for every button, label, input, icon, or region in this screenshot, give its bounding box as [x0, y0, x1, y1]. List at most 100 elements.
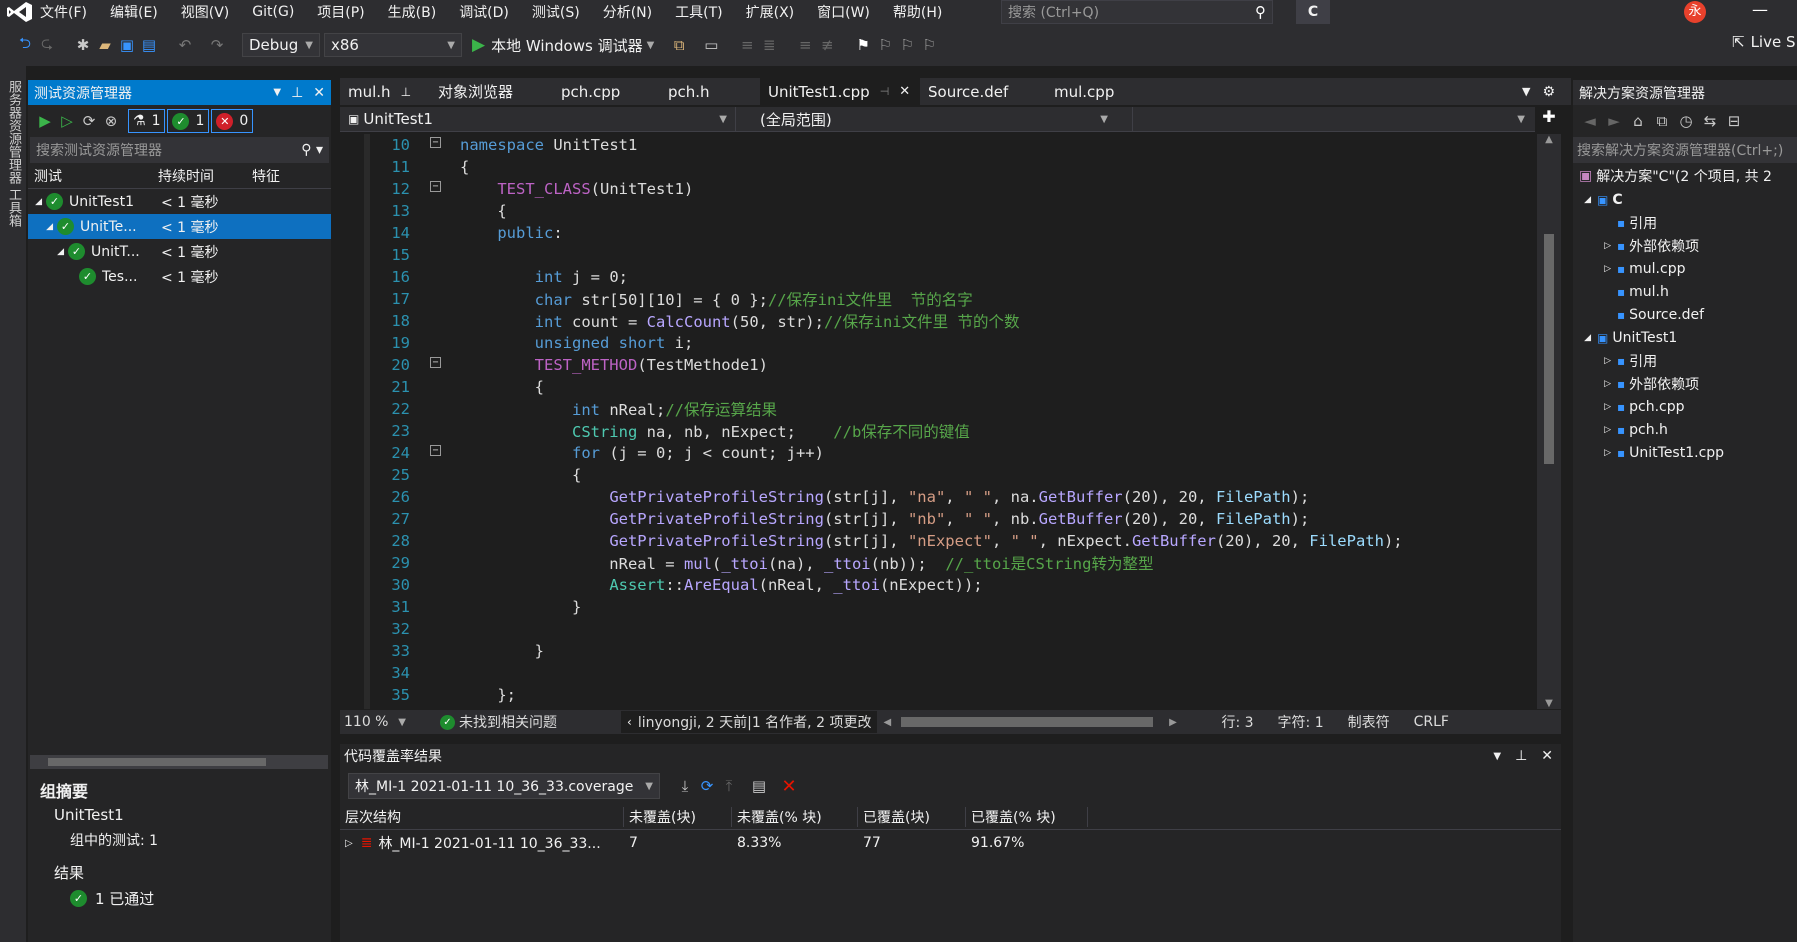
menu-item[interactable]: 调试(D)	[459, 2, 509, 22]
solution-root[interactable]: ▣ 解决方案"C"(2 个项目, 共 2	[1573, 163, 1797, 188]
bookmark-next-icon[interactable]: ⚐	[896, 34, 918, 56]
test-row[interactable]: ✓ Tes... < 1 毫秒	[28, 264, 331, 289]
open-folder-icon[interactable]: ▰	[94, 34, 116, 56]
menu-item[interactable]: 生成(B)	[388, 2, 437, 22]
solution-search-box[interactable]: 搜索解决方案资源管理器(Ctrl+;)	[1573, 137, 1797, 163]
member-select[interactable]: ▼	[1133, 107, 1533, 131]
merge-icon[interactable]: ▤	[748, 775, 770, 797]
refresh-icon[interactable]: ⟳	[696, 775, 718, 797]
total-tests-filter[interactable]: ⚗ 1	[128, 109, 166, 133]
solution-item[interactable]: ▷ ▪ 引用	[1573, 349, 1797, 372]
expand-icon[interactable]: ▷	[1573, 264, 1617, 274]
tab-list-icon[interactable]: ▼	[1522, 85, 1530, 98]
side-tool-tabs[interactable]: 服务器资源管理器 工具箱	[4, 80, 23, 227]
code-line[interactable]: 35 };	[340, 684, 1403, 706]
editor-tab[interactable]: mul.cpp	[1046, 78, 1136, 105]
editor-tab[interactable]: Source.def	[920, 78, 1046, 105]
scroll-down-icon[interactable]: ▼	[1537, 698, 1561, 709]
menu-item[interactable]: 工具(T)	[675, 2, 722, 22]
global-scope-select[interactable]: (全局范围) ▼	[736, 107, 1133, 131]
scroll-thumb[interactable]	[1544, 234, 1554, 464]
home-icon[interactable]: ⌂	[1627, 110, 1649, 132]
close-icon[interactable]: ✕	[1541, 748, 1553, 764]
expand-icon[interactable]: ◢	[1573, 195, 1597, 205]
code-line[interactable]: 19 unsigned short i;	[340, 332, 1403, 354]
forward-icon[interactable]: ⮎	[36, 34, 58, 56]
code-line[interactable]: 25 {	[340, 464, 1403, 486]
git-blame-info[interactable]: ‹ linyongji, 2 天前|1 名作者, 2 项更改	[621, 711, 878, 733]
code-line[interactable]: 12− TEST_CLASS(UnitTest1)	[340, 178, 1403, 200]
solution-item[interactable]: ▷ ▪ 外部依赖项	[1573, 234, 1797, 257]
pin-icon[interactable]: ⊥	[291, 85, 303, 101]
expand-icon[interactable]: ▷	[1573, 241, 1617, 251]
pin-icon[interactable]: ⊥	[1515, 748, 1527, 764]
test-row[interactable]: ◢ ✓ UnitTe... < 1 毫秒	[28, 214, 331, 239]
code-line[interactable]: 16 int j = 0;	[340, 266, 1403, 288]
solution-item[interactable]: ▷ ▪ pch.h	[1573, 418, 1797, 441]
col-uncovered-pct[interactable]: 未覆盖(% 块)	[732, 806, 858, 827]
repeat-icon[interactable]: ⟳	[78, 110, 100, 132]
col-uncovered[interactable]: 未覆盖(块)	[624, 806, 732, 827]
tabs-indicator[interactable]: 制表符	[1348, 712, 1390, 732]
menu-item[interactable]: Git(G)	[252, 4, 294, 20]
code-line[interactable]: 17 char str[50][10] = { 0 };//保存ini文件里 节…	[340, 288, 1403, 310]
code-line[interactable]: 15	[340, 244, 1403, 266]
code-line[interactable]: 20− TEST_METHOD(TestMethode1)	[340, 354, 1403, 376]
format-icon[interactable]: ≡	[736, 34, 758, 56]
solution-item[interactable]: ▷ ▪ pch.cpp	[1573, 395, 1797, 418]
close-icon[interactable]: ✕	[899, 84, 910, 99]
test-hscrollbar[interactable]	[30, 755, 328, 769]
configuration-select[interactable]: Debug ▼	[242, 33, 320, 57]
expand-icon[interactable]: ▷	[1573, 379, 1617, 389]
pending-changes-icon[interactable]: ◷	[1675, 110, 1697, 132]
code-line[interactable]: 14 public:	[340, 222, 1403, 244]
scroll-up-icon[interactable]: ▲	[1537, 134, 1561, 145]
expand-icon[interactable]: ◢	[28, 247, 68, 257]
back-icon[interactable]: ◄	[1579, 110, 1601, 132]
run-icon[interactable]: ▷	[56, 110, 78, 132]
run-all-icon[interactable]: ▶	[34, 110, 56, 132]
import-icon[interactable]: ⤓	[674, 775, 696, 797]
expand-icon[interactable]: ▷	[1573, 448, 1617, 458]
expand-icon[interactable]: ▷	[1573, 402, 1617, 412]
coverage-row[interactable]: ▷ ≣ 林_MI-1 2021-01-11 10_36_33... 7 8.33…	[340, 830, 1561, 856]
test-row[interactable]: ◢ ✓ UnitT... < 1 毫秒	[28, 239, 331, 264]
code-line[interactable]: 11 {	[340, 156, 1403, 178]
menu-item[interactable]: 窗口(W)	[817, 2, 870, 22]
col-duration[interactable]: 持续时间	[158, 166, 252, 186]
split-editor-icon[interactable]: ✚	[1537, 107, 1561, 132]
col-test[interactable]: 测试	[28, 166, 158, 186]
failed-tests-filter[interactable]: ✕ 0	[211, 109, 254, 133]
code-line[interactable]: 33 }	[340, 640, 1403, 662]
live-share-button[interactable]: ⇱ Live S	[1732, 33, 1796, 51]
new-project-icon[interactable]: ✱	[72, 34, 94, 56]
expand-icon[interactable]: ▷	[345, 838, 353, 849]
solution-item[interactable]: ▪ Source.def	[1573, 303, 1797, 326]
code-line[interactable]: 27 GetPrivateProfileString(str[j], "nb",…	[340, 508, 1403, 530]
code-line[interactable]: 29 nReal = mul(_ttoi(na), _ttoi(nb)); //…	[340, 552, 1403, 574]
solution-item[interactable]: ▪ 引用	[1573, 211, 1797, 234]
save-icon[interactable]: ▣	[116, 34, 138, 56]
switch-views-icon[interactable]: ⧉	[1651, 110, 1673, 132]
test-search-box[interactable]: 搜索测试资源管理器 ⚲ ▾	[30, 137, 329, 163]
sync-icon[interactable]: ⇆	[1699, 110, 1721, 132]
attach-icon[interactable]: ⧉	[668, 34, 690, 56]
code-line[interactable]: 24− for (j = 0; j < count; j++)	[340, 442, 1403, 464]
code-line[interactable]: 22 int nReal;//保存运算结果	[340, 398, 1403, 420]
dropdown-icon[interactable]: ▼	[1493, 751, 1501, 762]
comment-icon[interactable]: ≡	[794, 34, 816, 56]
test-row[interactable]: ◢ ✓ UnitTest1 < 1 毫秒	[28, 189, 331, 214]
avatar[interactable]: 永	[1684, 1, 1706, 23]
solution-item[interactable]: ▷ ▪ 外部依赖项	[1573, 372, 1797, 395]
editor-tab[interactable]: mul.h ⊥	[340, 78, 430, 105]
settings-gear-icon[interactable]: ⚙	[1542, 84, 1555, 100]
solution-item[interactable]: ◢ ▣ C	[1573, 188, 1797, 211]
back-icon[interactable]: ⮌	[14, 34, 36, 56]
issues-indicator[interactable]: ✓ 未找到相关问题	[440, 712, 557, 732]
bookmark-icon[interactable]: ⚑	[852, 34, 874, 56]
editor-tab[interactable]: pch.h	[660, 78, 760, 105]
start-debug-button[interactable]: ▶ 本地 Windows 调试器 ▼	[472, 35, 654, 56]
menu-item[interactable]: 测试(S)	[532, 2, 580, 22]
platform-select[interactable]: x86 ▼	[324, 33, 462, 57]
code-line[interactable]: 31 }	[340, 596, 1403, 618]
